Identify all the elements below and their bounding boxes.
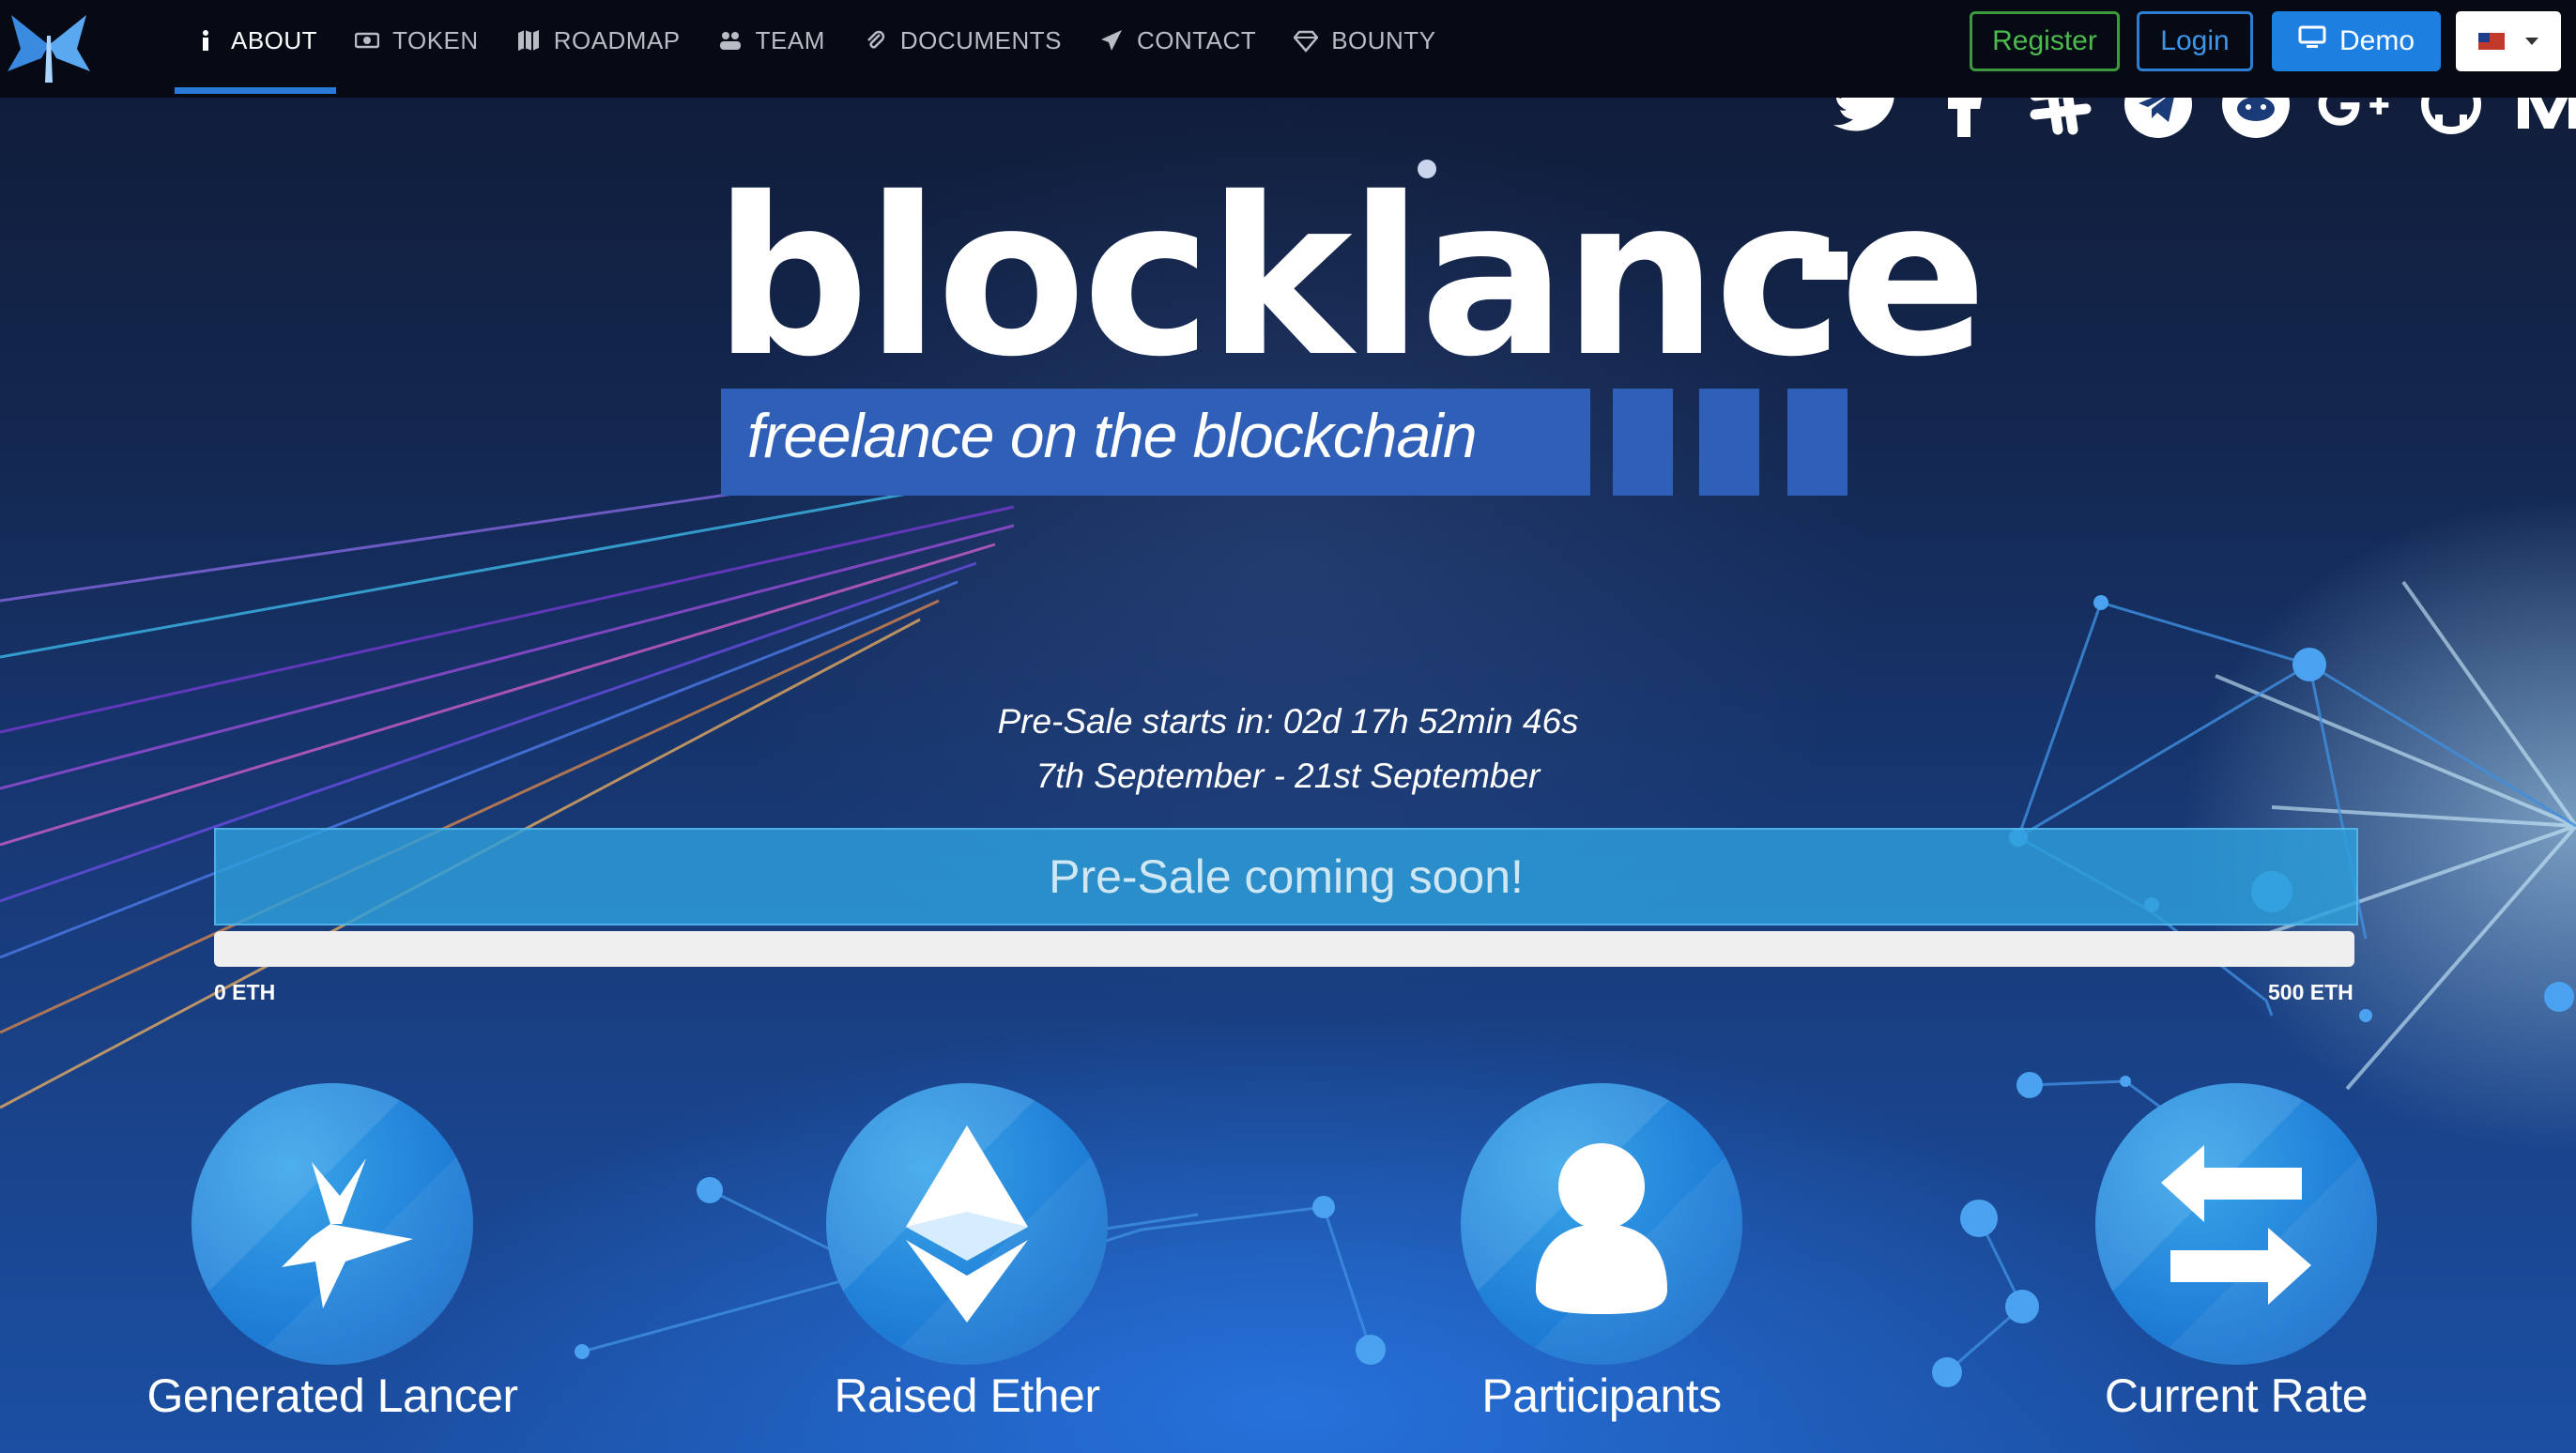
paper-plane-icon [1099,28,1124,53]
tagline-block [1787,389,1848,496]
presale-dates: 7th September - 21st September [1035,757,1541,795]
presale-countdown: Pre-Sale starts in: 02d 17h 52min 46s 7t… [0,695,2576,803]
tagline-block [1699,389,1759,496]
nav-team[interactable]: TEAM [699,0,844,81]
nav-token-label: TOKEN [392,25,479,54]
nav-documents[interactable]: DOCUMENTS [844,0,1081,81]
nav-roadmap[interactable]: ROADMAP [498,0,699,81]
presale-progress-bar [214,931,2354,967]
nav-token[interactable]: TOKEN [336,0,498,81]
info-icon [193,28,218,53]
chevron-down-icon [2525,38,2538,45]
login-button[interactable]: Login [2137,11,2253,71]
demo-button-label: Demo [2338,25,2415,56]
presale-banner: Pre-Sale coming soon! [214,828,2358,925]
stat-participants: Participants [1339,1083,1864,1423]
nav-bounty[interactable]: BOUNTY [1275,0,1454,81]
stat-label: Participants [1481,1369,1722,1422]
countdown-timer: Pre-Sale starts in: 02d 17h 52min 46s [997,702,1579,741]
nav-roadmap-label: ROADMAP [553,25,681,54]
nav-about[interactable]: ABOUT [175,0,337,94]
stat-current-rate: Current Rate [1973,1083,2499,1423]
nav-team-label: TEAM [755,25,825,54]
nav-about-label: ABOUT [231,25,318,54]
stat-raised-ether: Raised Ether [704,1083,1230,1423]
butterfly-icon [192,1083,473,1365]
exchange-arrows-icon [2095,1083,2377,1365]
person-icon [1461,1083,1742,1365]
brand-r-accent [1802,252,1848,280]
demo-button[interactable]: Demo [2272,11,2441,71]
paperclip-icon [863,28,887,53]
tagline: freelance on the blockchain [747,401,1478,470]
nav-contact-label: CONTACT [1136,25,1257,54]
progress-min-label: 0 ETH [214,980,276,1004]
monitor-icon [2298,25,2326,57]
butterfly-logo-icon[interactable] [4,8,94,92]
nav-documents-label: DOCUMENTS [899,25,1062,54]
us-flag-icon [2478,33,2505,50]
map-icon [516,28,541,53]
ethereum-icon [826,1083,1108,1365]
stat-label: Raised Ether [834,1369,1100,1422]
language-dropdown[interactable] [2456,11,2561,71]
money-icon [354,28,380,53]
tagline-block [1613,389,1673,496]
register-button[interactable]: Register [1970,11,2120,71]
main-nav: ABOUT TOKEN ROADMAP TEAM DOCUMENTS CONTA… [175,0,1455,98]
progress-max-label: 500 ETH [2268,980,2354,1004]
nav-contact[interactable]: CONTACT [1081,0,1275,81]
nav-bounty-label: BOUNTY [1331,25,1436,54]
brand-wordmark: blocklance [713,151,1987,405]
diamond-icon [1293,28,1319,53]
stat-generated-lancer: Generated Lancer [69,1083,595,1423]
users-icon [718,28,743,53]
stat-label: Current Rate [2104,1369,2369,1422]
stat-label: Generated Lancer [146,1369,518,1422]
top-navbar: ABOUT TOKEN ROADMAP TEAM DOCUMENTS CONTA… [0,0,2576,98]
